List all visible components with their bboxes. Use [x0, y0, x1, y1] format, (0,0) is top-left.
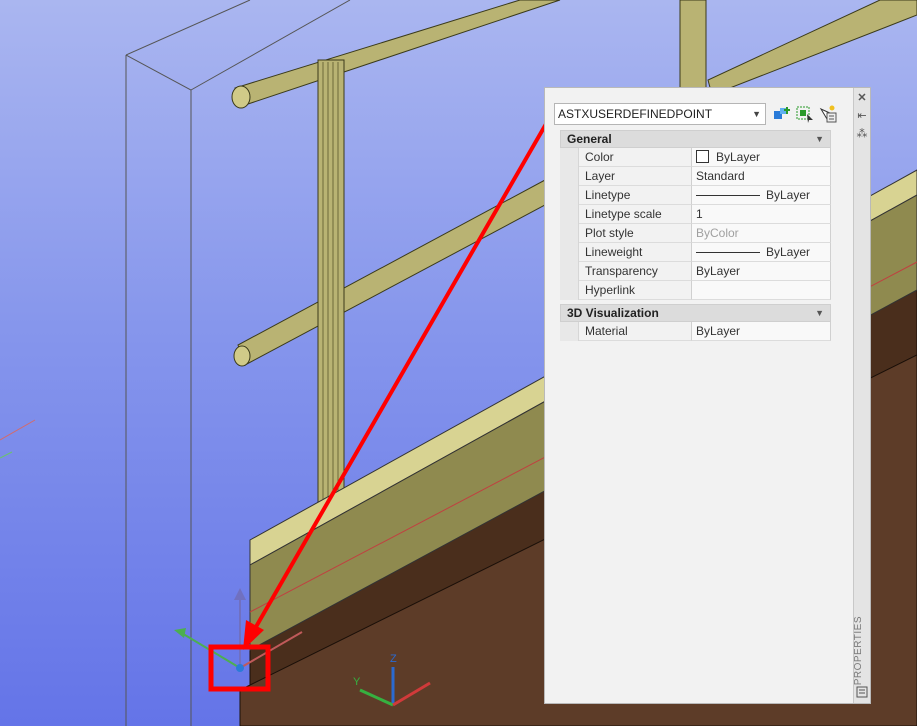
prop-value-text: ByLayer: [766, 188, 811, 202]
prop-label: Linetype: [579, 186, 692, 205]
prop-value-text: ByLayer: [716, 150, 761, 164]
prop-value-linetype-scale[interactable]: 1: [692, 205, 831, 224]
autohide-icon[interactable]: ⇤: [855, 109, 869, 123]
palette-vertical-title: PROPERTIES: [853, 616, 864, 686]
prop-row-material[interactable]: Material ByLayer: [560, 322, 831, 341]
object-type-dropdown[interactable]: ASTXUSERDEFINEDPOINT ▼: [554, 103, 766, 125]
prop-label: Material: [579, 322, 692, 341]
ucs-z-label: Z: [390, 653, 397, 665]
palette-title-strip[interactable]: ✕ ⇤ ⁂ PROPERTIES: [853, 88, 870, 703]
axis-stub-left: [0, 419, 36, 459]
toggle-pickadd-button[interactable]: [818, 105, 838, 123]
lineweight-preview-icon: [696, 252, 760, 254]
prop-row-plot-style[interactable]: Plot style ByColor: [560, 224, 831, 243]
prop-row-lineweight[interactable]: Lineweight ByLayer: [560, 243, 831, 262]
prop-value-color[interactable]: ByLayer: [692, 148, 831, 167]
linetype-preview-icon: [696, 195, 760, 197]
object-type-value: ASTXUSERDEFINEDPOINT: [558, 107, 713, 121]
prop-row-color[interactable]: Color ByLayer: [560, 148, 831, 167]
properties-menu-icon[interactable]: ⁂: [855, 127, 869, 141]
select-objects-button[interactable]: [795, 105, 815, 123]
prop-value-hyperlink[interactable]: [692, 281, 831, 300]
prop-row-linetype-scale[interactable]: Linetype scale 1: [560, 205, 831, 224]
prop-value-linetype[interactable]: ByLayer: [692, 186, 831, 205]
section-general[interactable]: General ▼: [560, 130, 831, 148]
palette-settings-icon[interactable]: [855, 686, 869, 700]
close-icon[interactable]: ✕: [855, 91, 869, 105]
collapse-icon: ▼: [815, 134, 824, 144]
color-swatch-icon: [696, 150, 709, 163]
prop-row-linetype[interactable]: Linetype ByLayer: [560, 186, 831, 205]
toggle-pickadd-icon: [819, 105, 837, 123]
select-objects-icon: [796, 106, 813, 123]
prop-value-layer[interactable]: Standard: [692, 167, 831, 186]
quick-select-button[interactable]: [772, 105, 792, 123]
prop-value-lineweight[interactable]: ByLayer: [692, 243, 831, 262]
prop-label: Layer: [579, 167, 692, 186]
prop-row-hyperlink[interactable]: Hyperlink: [560, 281, 831, 300]
prop-row-layer[interactable]: Layer Standard: [560, 167, 831, 186]
prop-value-material[interactable]: ByLayer: [692, 322, 831, 341]
section-3d-visualization[interactable]: 3D Visualization ▼: [560, 304, 831, 322]
section-3d-visualization-title: 3D Visualization: [567, 306, 659, 320]
prop-label: Hyperlink: [579, 281, 692, 300]
prop-value-plot-style: ByColor: [692, 224, 831, 243]
ucs-y-label: Y: [353, 676, 361, 688]
section-general-title: General: [567, 132, 612, 146]
prop-label: Lineweight: [579, 243, 692, 262]
prop-label: Color: [579, 148, 692, 167]
prop-row-transparency[interactable]: Transparency ByLayer: [560, 262, 831, 281]
collapse-icon: ▼: [815, 308, 824, 318]
prop-value-transparency[interactable]: ByLayer: [692, 262, 831, 281]
prop-label: Transparency: [579, 262, 692, 281]
chevron-down-icon: ▼: [752, 109, 761, 119]
quick-select-icon: [774, 107, 790, 119]
property-grid: General ▼ Color ByLayer Layer Standard L…: [560, 130, 831, 341]
prop-label: Plot style: [579, 224, 692, 243]
properties-palette[interactable]: ASTXUSERDEFINEDPOINT ▼ General ▼ Color B…: [544, 87, 871, 704]
prop-value-text: ByLayer: [766, 245, 811, 259]
prop-label: Linetype scale: [579, 205, 692, 224]
